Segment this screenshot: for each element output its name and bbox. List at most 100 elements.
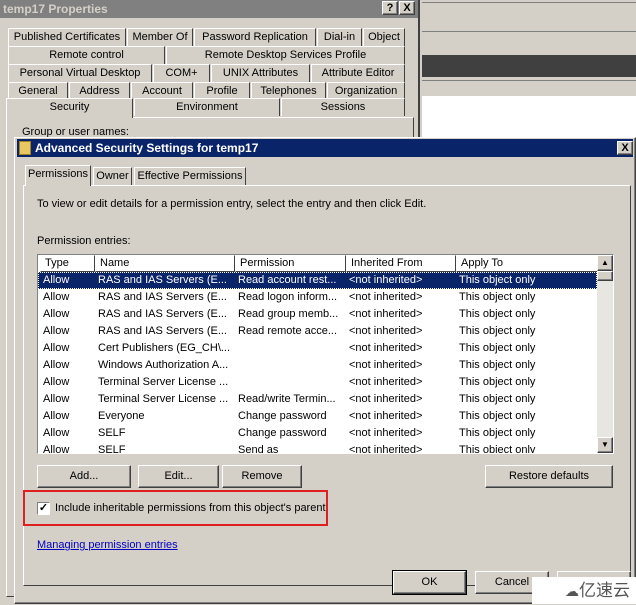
- ok-button[interactable]: OK: [392, 570, 467, 595]
- table-row[interactable]: Allow RAS and IAS Servers (E... Read logon…: [38, 289, 597, 306]
- table-cell: Read/write Termin...: [238, 393, 336, 405]
- tab-unix-attributes[interactable]: UNIX Attributes: [211, 64, 310, 82]
- watermark-logo: ☁亿速云: [532, 577, 636, 604]
- table-cell: RAS and IAS Servers (E...: [98, 291, 227, 303]
- instructions-text: To view or edit details for a permission…: [37, 198, 427, 210]
- tab-attribute-editor[interactable]: Attribute Editor: [311, 64, 405, 82]
- table-cell: Allow: [43, 427, 70, 439]
- column-header[interactable]: Permission: [235, 255, 346, 272]
- table-cell: Allow: [43, 376, 70, 388]
- table-cell: Windows Authorization A...: [98, 359, 229, 371]
- background-close-button[interactable]: X: [399, 1, 415, 15]
- help-button[interactable]: ?: [382, 1, 398, 15]
- tab-permissions[interactable]: Permissions: [25, 165, 91, 186]
- table-row[interactable]: Allow Terminal Server License ... Read/wri…: [38, 391, 597, 408]
- table-cell: This object only: [459, 325, 536, 337]
- inherit-checkbox[interactable]: ✓: [37, 502, 50, 515]
- table-cell: Terminal Server License ...: [98, 376, 229, 388]
- table-row[interactable]: Allow SELF Change password <not inherited> T…: [38, 425, 597, 442]
- column-header[interactable]: Inherited From: [346, 255, 456, 272]
- table-cell: This object only: [459, 376, 536, 388]
- table-row[interactable]: Allow Windows Authorization A... <not inhe…: [38, 357, 597, 374]
- tab-published-certificates[interactable]: Published Certificates: [8, 28, 126, 46]
- permission-entries-list[interactable]: Type Name Permission Inherited From Apply To…: [37, 254, 614, 454]
- dialog-title-bar: Advanced Security Settings for temp17 X: [17, 139, 633, 157]
- table-row[interactable]: Allow RAS and IAS Servers (E... Read accou…: [38, 272, 597, 289]
- table-row[interactable]: Allow Terminal Server License ... <not inh…: [38, 374, 597, 391]
- restore-defaults-button[interactable]: Restore defaults: [485, 465, 613, 488]
- table-cell: <not inherited>: [349, 376, 423, 388]
- table-cell: Allow: [43, 393, 70, 405]
- edit-button[interactable]: Edit...: [138, 465, 219, 488]
- table-cell: Allow: [43, 342, 70, 354]
- tab-member-of[interactable]: Member Of: [127, 28, 193, 46]
- tab-effective-permissions[interactable]: Effective Permissions: [134, 167, 246, 185]
- table-cell: RAS and IAS Servers (E...: [98, 274, 227, 286]
- table-cell: This object only: [459, 342, 536, 354]
- table-cell: Read remote acce...: [238, 325, 338, 337]
- managing-permissions-link[interactable]: Managing permission entries: [37, 539, 178, 551]
- inherit-checkbox-label[interactable]: Include inheritable permissions from thi…: [55, 502, 326, 514]
- column-header[interactable]: Type: [40, 255, 95, 272]
- table-cell: SELF: [98, 427, 126, 439]
- table-cell: This object only: [459, 274, 536, 286]
- table-cell: This object only: [459, 393, 536, 405]
- scrollbar[interactable]: ▲ ▼: [597, 255, 613, 453]
- table-cell: Read logon inform...: [238, 291, 338, 303]
- table-cell: <not inherited>: [349, 274, 423, 286]
- table-cell: This object only: [459, 359, 536, 371]
- table-row[interactable]: Allow SELF Send as <not inherited> This obje…: [38, 442, 597, 453]
- table-row[interactable]: Allow RAS and IAS Servers (E... Read remot…: [38, 323, 597, 340]
- table-cell: Send as: [238, 444, 279, 453]
- tab-environment[interactable]: Environment: [134, 98, 280, 116]
- tab-password-replication[interactable]: Password Replication: [194, 28, 316, 46]
- table-cell: Change password: [238, 410, 327, 422]
- folder-icon: [19, 141, 31, 155]
- table-cell: This object only: [459, 444, 536, 453]
- table-cell: Allow: [43, 308, 70, 320]
- table-row[interactable]: Allow RAS and IAS Servers (E... Read group…: [38, 306, 597, 323]
- tab-sessions[interactable]: Sessions: [281, 98, 405, 116]
- table-cell: Allow: [43, 444, 70, 453]
- dialog-close-button[interactable]: X: [617, 141, 633, 155]
- table-cell: <not inherited>: [349, 410, 423, 422]
- table-cell: Cert Publishers (EG_CH\...: [98, 342, 231, 354]
- column-header[interactable]: Name: [95, 255, 235, 272]
- table-cell: Allow: [43, 274, 70, 286]
- table-row[interactable]: Allow Cert Publishers (EG_CH\... <not inhe…: [38, 340, 597, 357]
- table-cell: Terminal Server License ...: [98, 393, 229, 405]
- table-cell: Read group memb...: [238, 308, 339, 320]
- table-cell: <not inherited>: [349, 342, 423, 354]
- add-button[interactable]: Add...: [37, 465, 131, 488]
- table-cell: <not inherited>: [349, 359, 423, 371]
- entries-label: Permission entries:: [37, 235, 131, 247]
- tab-remote-control[interactable]: Remote control: [8, 46, 165, 64]
- table-cell: Allow: [43, 325, 70, 337]
- tab-dial-in[interactable]: Dial-in: [317, 28, 362, 46]
- table-cell: <not inherited>: [349, 427, 423, 439]
- dark-bar: [422, 55, 636, 77]
- table-cell: This object only: [459, 308, 536, 320]
- column-header[interactable]: Apply To: [456, 255, 599, 272]
- tab-com-[interactable]: COM+: [153, 64, 210, 82]
- table-cell: <not inherited>: [349, 393, 423, 405]
- list-header: Type Name Permission Inherited From Apply To: [38, 255, 599, 272]
- tab-remote-desktop-services-profile[interactable]: Remote Desktop Services Profile: [166, 46, 405, 64]
- tab-owner[interactable]: Owner: [93, 167, 132, 185]
- table-cell: Allow: [43, 359, 70, 371]
- scroll-thumb[interactable]: [597, 271, 613, 281]
- scroll-down-button[interactable]: ▼: [597, 437, 613, 453]
- table-cell: This object only: [459, 291, 536, 303]
- tab-personal-virtual-desktop[interactable]: Personal Virtual Desktop: [8, 64, 152, 82]
- scroll-up-button[interactable]: ▲: [597, 255, 613, 271]
- table-cell: <not inherited>: [349, 291, 423, 303]
- advanced-security-dialog: Advanced Security Settings for temp17 X …: [14, 137, 636, 604]
- table-cell: Read account rest...: [238, 274, 337, 286]
- remove-button[interactable]: Remove: [222, 465, 302, 488]
- table-cell: Allow: [43, 410, 70, 422]
- table-cell: <not inherited>: [349, 444, 423, 453]
- table-cell: <not inherited>: [349, 308, 423, 320]
- tab-object[interactable]: Object: [363, 28, 405, 46]
- tab-security[interactable]: Security: [6, 98, 133, 118]
- table-row[interactable]: Allow Everyone Change password <not inherit…: [38, 408, 597, 425]
